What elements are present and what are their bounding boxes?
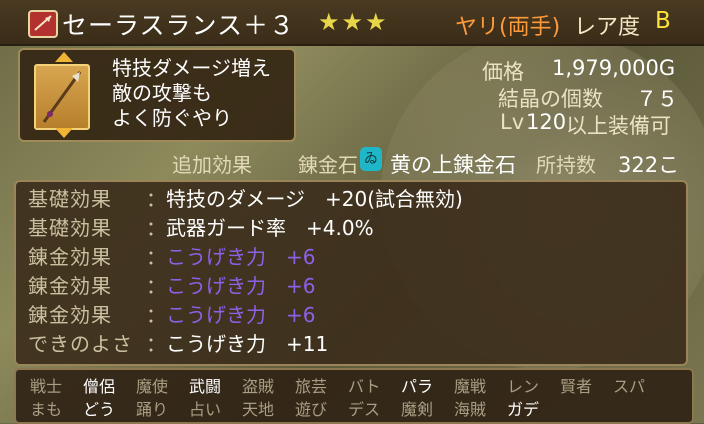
item-description: 特技ダメージ増え 敵の攻撃も よく防ぐやり (112, 56, 271, 131)
class-not-equippable: 占い (189, 400, 222, 419)
description-line: 敵の攻撃も (112, 81, 212, 105)
price-value: 1,979,000G (552, 56, 676, 80)
class-not-equippable: 遊び (295, 400, 328, 419)
class-not-equippable: レン (507, 377, 540, 396)
description-line: よく防ぐやり (112, 106, 232, 130)
item-description-panel: 特技ダメージ増え 敵の攻撃も よく防ぐやり (18, 48, 296, 142)
additional-effect-label: 追加効果 (172, 153, 252, 177)
alchemy-stone-name: 黄の上錬金石 (390, 153, 516, 177)
weapon-type: ヤリ(両手) (455, 15, 561, 40)
scroll-up-arrow-icon[interactable] (55, 52, 73, 62)
alchemy-stone-icon: ゐ (360, 147, 382, 171)
class-equippable: ガデ (507, 400, 540, 419)
alchemy-stone-label: 錬金石 (298, 153, 358, 177)
effect-colon: ： (146, 245, 166, 269)
price-label: 価格 (482, 60, 524, 84)
effect-label: 基礎効果 (28, 216, 112, 240)
effect-colon: ： (146, 332, 166, 356)
effect-label: 錬金効果 (28, 303, 112, 327)
level-value: 120 (526, 110, 567, 134)
effect-text: こうげき力 +11 (166, 332, 329, 356)
effect-label: できのよさ (28, 332, 133, 356)
class-not-equippable: 魔使 (136, 377, 169, 396)
class-not-equippable: 戦士 (30, 377, 63, 396)
level-suffix: 以上装備可 (566, 114, 671, 138)
class-not-equippable: 旅芸 (295, 377, 328, 396)
class-not-equippable: スパ (613, 377, 646, 396)
effect-text: 特技のダメージ +20(試合無効) (166, 187, 463, 211)
crystal-count-value: ７５ (636, 87, 678, 111)
level-label: Lv (500, 110, 525, 134)
effect-text: こうげき力 +6 (166, 303, 316, 327)
class-not-equippable: 魔戦 (454, 377, 487, 396)
rarity-label: レア度 (574, 15, 641, 40)
effect-label: 基礎効果 (28, 187, 112, 211)
class-not-equippable: 賢者 (560, 377, 593, 396)
description-line: 特技ダメージ増え (112, 56, 271, 80)
scroll-down-arrow-icon[interactable] (55, 128, 73, 138)
star-rating: ★★★ (318, 8, 389, 36)
class-not-equippable: デス (348, 400, 381, 419)
owned-count-value: 322こ (618, 153, 680, 177)
class-equippable: 僧侶 (83, 377, 116, 396)
class-not-equippable: 盗賊 (242, 377, 275, 396)
effect-row: できのよさ ：こうげき力 +11 (28, 328, 668, 356)
rarity-value: B (655, 8, 671, 34)
class-not-equippable: まも (30, 400, 63, 419)
effect-colon: ： (146, 216, 166, 240)
class-not-equippable: 海賊 (454, 400, 487, 419)
class-not-equippable: 踊り (136, 400, 169, 419)
effect-colon: ： (146, 274, 166, 298)
class-equippable: パラ (401, 377, 434, 396)
effect-row: 錬金効果 ：こうげき力 +6 (28, 270, 668, 298)
spear-icon (28, 10, 58, 38)
class-equippable: どう (83, 400, 116, 419)
effect-text: こうげき力 +6 (166, 245, 316, 269)
effect-text: こうげき力 +6 (166, 274, 316, 298)
class-equippable: 武闘 (189, 377, 222, 396)
item-name: セーラスランス＋３ (62, 11, 296, 40)
effect-colon: ： (146, 303, 166, 327)
class-not-equippable: 天地 (242, 400, 275, 419)
item-image (34, 64, 90, 130)
item-header: セーラスランス＋３ ★★★ ヤリ(両手) レア度 B (0, 0, 704, 46)
effect-row: 錬金効果 ：こうげき力 +6 (28, 299, 668, 327)
crystal-count-label: 結晶の個数 (498, 87, 603, 111)
effect-row: 基礎効果 ：武器ガード率 +4.0% (28, 212, 668, 240)
effect-label: 錬金効果 (28, 245, 112, 269)
effect-text: 武器ガード率 +4.0% (166, 216, 374, 240)
owned-count-label: 所持数 (536, 153, 596, 177)
class-not-equippable: バト (348, 377, 381, 396)
effect-label: 錬金効果 (28, 274, 112, 298)
class-not-equippable: 魔剣 (401, 400, 434, 419)
effect-colon: ： (146, 187, 166, 211)
effect-row: 基礎効果 ：特技のダメージ +20(試合無効) (28, 183, 668, 211)
effect-row: 錬金効果 ：こうげき力 +6 (28, 241, 668, 269)
